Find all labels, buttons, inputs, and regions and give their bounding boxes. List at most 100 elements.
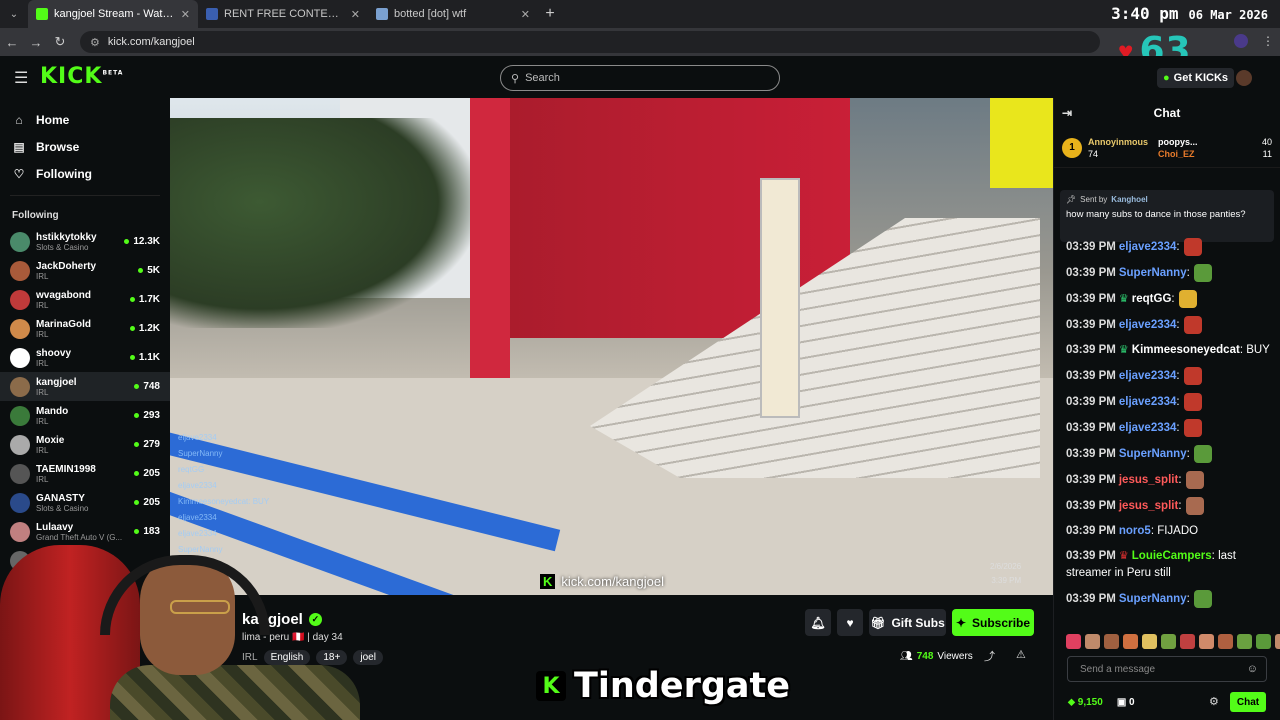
followed-channel[interactable]: Mando IRL 293 [0,401,170,430]
kick-caption-logo: K [536,671,566,701]
quick-emote-icon[interactable] [1256,634,1271,649]
channel-viewers: 205 [134,468,160,479]
message-username[interactable]: LouieCampers [1132,550,1212,562]
close-tab-icon[interactable]: ✕ [351,8,360,21]
quick-emote-icon[interactable] [1085,634,1100,649]
browser-tab[interactable]: botted [dot] wtf ✕ [368,0,538,28]
chat-settings-icon[interactable]: ⚙ [1209,695,1219,708]
channel-category: IRL [36,416,49,426]
leader-third-name[interactable]: Choi_EZ [1158,149,1198,159]
channel-avatar [10,260,30,281]
chat-message: 03:39 PM SuperNanny: [1066,264,1276,283]
quick-emote-icon[interactable] [1104,634,1119,649]
followed-channel[interactable]: Moxie IRL 279 [0,430,170,459]
chat-message: 03:39 PM eljave2334: [1066,238,1276,256]
channel-avatar [10,434,30,455]
followed-channel[interactable]: hstikkytokky Slots & Casino 12.3K [0,227,170,256]
followed-channel[interactable]: TAEMIN1998 IRL 205 [0,459,170,488]
message-username[interactable]: eljave2334 [1119,396,1177,408]
quick-emote-icon[interactable] [1237,634,1252,649]
emote-icon [1183,367,1202,386]
quick-emote-icon[interactable] [1199,634,1214,649]
message-time: 03:39 PM [1066,422,1116,435]
message-username[interactable]: Kimmeesoneyedcat [1132,344,1240,356]
followed-channel[interactable]: JackDoherty IRL 5K [0,256,170,285]
channel-points[interactable]: ⬥ 9,150 [1068,697,1103,708]
back-icon[interactable]: ← [0,35,24,50]
leader-third-value: 11 [1262,148,1272,159]
sidebar-nav-browse[interactable]: ▤ Browse [0,133,170,160]
search-input[interactable]: ⚲ Search [500,65,780,91]
browser-tab[interactable]: kangjoel Stream - Watch Li ✕ [28,0,198,28]
quick-emote-icon[interactable] [1180,634,1195,649]
close-tab-icon[interactable]: ✕ [521,8,530,21]
message-username[interactable]: SuperNanny [1119,593,1187,605]
sidebar-nav-following[interactable]: ♡ Following [0,160,170,187]
get-kicks-button[interactable]: ● Get KICKs [1157,68,1235,88]
video-banner-stand [760,178,800,418]
report-icon[interactable]: ⚠ [1016,648,1026,661]
menu-icon[interactable]: ☰ [14,68,28,88]
gift-counter[interactable]: ▣ 0 [1117,697,1135,708]
collapse-chat-icon[interactable]: ⇥ [1062,106,1072,120]
forward-icon[interactable]: → [24,35,48,50]
channel-category: IRL [36,329,49,339]
leader-first-name[interactable]: Annoyinmous [1088,137,1148,147]
followed-channel[interactable]: GANASTY Slots & Casino 205 [0,488,170,517]
message-username[interactable]: eljave2334 [1119,241,1177,253]
extension-avatar-icon[interactable] [1234,34,1248,48]
reload-icon[interactable]: ↻ [48,34,72,50]
user-avatar[interactable] [1236,70,1252,86]
message-time: 03:39 PM [1066,241,1116,254]
sidebar-nav-home[interactable]: ⌂ Home [0,106,170,133]
browser-tab[interactable]: RENT FREE CONTENT NETWOR ✕ [198,0,368,28]
url-field[interactable]: ⚙ kick.com/kangjoel [80,31,1100,53]
message-username[interactable]: eljave2334 [1119,319,1177,331]
quick-emote-icon[interactable] [1161,634,1176,649]
browser-menu-icon[interactable]: ⋮ [1262,34,1274,48]
message-username[interactable]: jesus_split [1119,500,1178,512]
new-tab-button[interactable]: + [538,5,562,23]
message-username[interactable]: eljave2334 [1119,370,1177,382]
tab-search-icon[interactable]: ⌄ [0,9,28,20]
message-username[interactable]: SuperNanny [1119,267,1187,279]
heart-icon: ♥ [846,615,854,630]
send-chat-button[interactable]: Chat [1230,692,1266,712]
chat-header: ⇥ Chat [1054,98,1280,128]
followed-channel[interactable]: MarinaGold IRL 1.2K [0,314,170,343]
close-tab-icon[interactable]: ✕ [181,8,190,21]
tab-favicon-icon [36,8,48,20]
message-username[interactable]: SuperNanny [1119,448,1187,460]
kick-logo[interactable]: KICKBETA [40,64,123,89]
message-username[interactable]: noro5 [1119,525,1151,537]
notification-bell-button[interactable]: 🔔︎ [805,609,831,636]
tab-favicon-icon [206,8,218,20]
message-username[interactable]: reqtGG [1132,293,1172,305]
followed-channel[interactable]: shoovy IRL 1.1K [0,343,170,372]
channel-avatar [10,318,30,339]
pinned-message[interactable]: 📌︎ Sent by Kanghoel how many subs to dan… [1060,190,1274,242]
chat-input[interactable]: Send a message ☺ [1067,656,1267,682]
quick-emote-icon[interactable] [1142,634,1157,649]
message-username[interactable]: eljave2334 [1119,422,1177,434]
nav-label: Following [36,166,92,181]
subscribe-button[interactable]: ✦ Subscribe [952,609,1034,636]
quick-emote-icon[interactable] [1275,634,1280,649]
channel-name: Mando [36,405,69,417]
followed-channel[interactable]: kangjoel IRL 748 [0,372,170,401]
leader-second-value: 40 [1261,136,1272,147]
followed-channel[interactable]: wvagabond IRL 1.7K [0,285,170,314]
share-icon[interactable]: ⤴ [984,648,995,664]
video-pillar [470,98,510,388]
video-player[interactable] [170,98,1053,595]
quick-emote-icon[interactable] [1066,634,1081,649]
leader-second-name[interactable]: poopys... [1158,137,1198,147]
message-username[interactable]: jesus_split [1119,474,1178,486]
gift-subs-button[interactable]: 🎁︎ Gift Subs [869,609,946,636]
follow-button[interactable]: ♥ [837,609,863,636]
quick-emote-icon[interactable] [1123,634,1138,649]
site-info-icon[interactable]: ⚙ [90,36,100,49]
quick-emote-icon[interactable] [1218,634,1233,649]
emoji-icon[interactable]: ☺ [1247,663,1258,675]
channel-name: Lulaavy [36,521,74,533]
